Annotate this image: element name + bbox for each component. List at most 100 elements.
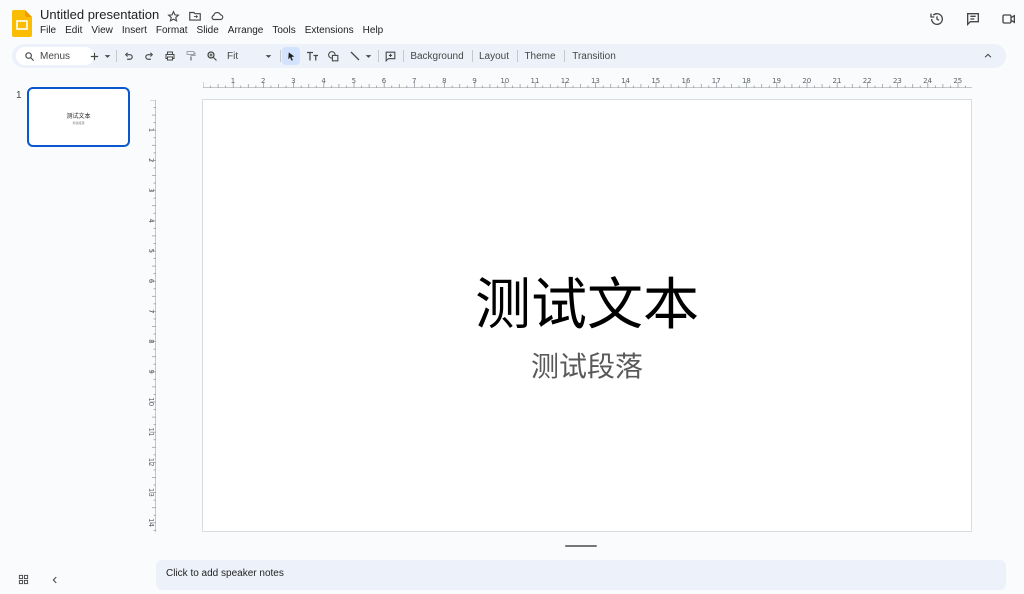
search-icon [25, 51, 35, 61]
ruler-label: 13 [591, 77, 600, 85]
new-slide-button[interactable] [86, 44, 102, 68]
ruler-label: 23 [893, 77, 902, 85]
menu-extensions[interactable]: Extensions [305, 25, 354, 36]
background-label: Background [410, 50, 464, 62]
caret-down-icon [104, 54, 110, 58]
print-icon [165, 51, 175, 61]
menu-format[interactable]: Format [156, 25, 188, 36]
ruler-label: 6 [382, 77, 387, 85]
search-menus-label: Menus [40, 50, 71, 62]
ruler-label: 16 [682, 77, 691, 85]
ruler-label: 9 [147, 369, 155, 373]
line-type-dropdown[interactable] [363, 44, 373, 68]
star-icon[interactable] [165, 8, 181, 24]
hide-menus-button[interactable] [980, 44, 996, 68]
ruler-label: 5 [352, 77, 356, 85]
undo-icon [124, 51, 133, 60]
zoom-select[interactable]: Fit [224, 44, 272, 68]
ruler-label: 24 [923, 77, 932, 85]
document-title[interactable]: Untitled presentation [40, 7, 159, 22]
plus-icon [90, 52, 98, 60]
ruler-label: 14 [621, 77, 630, 85]
chevron-left-icon [52, 576, 57, 584]
ruler-label: 11 [147, 428, 155, 437]
thumbnail-title: 测试文本 [66, 114, 91, 120]
caret-down-icon [265, 54, 272, 58]
menu-file[interactable]: File [40, 25, 56, 36]
grid-icon [18, 574, 29, 585]
notes-resize-handle[interactable] [565, 545, 597, 547]
move-folder-icon[interactable] [187, 8, 203, 24]
version-history-icon[interactable] [928, 10, 946, 28]
menu-insert[interactable]: Insert [122, 25, 147, 36]
ruler-label: 7 [412, 77, 416, 85]
insert-comment-button[interactable] [382, 44, 398, 68]
ruler-label: 25 [953, 77, 962, 85]
slide-canvas[interactable]: 测试文本 测试段落 [202, 99, 972, 532]
toolbar-divider [564, 50, 565, 62]
paint-roller-icon [186, 51, 196, 61]
toolbar-divider [472, 50, 473, 62]
collapse-filmstrip-button[interactable] [50, 572, 60, 590]
ruler-label: 7 [147, 309, 155, 313]
ruler-label: 20 [802, 77, 811, 85]
layout-button[interactable]: Layout [476, 44, 512, 68]
speaker-notes[interactable]: Click to add speaker notes [156, 560, 1006, 590]
transition-button[interactable]: Transition [568, 44, 620, 68]
menu-arrange[interactable]: Arrange [228, 25, 264, 36]
grid-view-button[interactable] [18, 572, 29, 590]
slides-logo[interactable] [12, 10, 32, 37]
shape-icon [327, 50, 338, 61]
ruler-label: 1 [147, 128, 155, 132]
ruler-label: 12 [561, 77, 570, 85]
ruler-label: 21 [833, 77, 842, 85]
thumbnail-subtitle: 测试段落 [72, 121, 85, 125]
ruler-label: 4 [321, 77, 326, 85]
toolbar: Menus Fit Background Layout Theme Transi… [12, 44, 1006, 68]
select-tool[interactable] [282, 47, 300, 65]
vertical-ruler[interactable]: 1234567891011121314 [144, 100, 156, 532]
toolbar-divider [403, 50, 404, 62]
menu-edit[interactable]: Edit [65, 25, 82, 36]
toolbar-divider [517, 50, 518, 62]
slide-title[interactable]: 测试文本 [203, 260, 971, 341]
meet-video-icon[interactable] [1000, 10, 1018, 28]
ruler-label: 8 [147, 339, 155, 343]
slide-thumbnail[interactable]: 测试文本 测试段落 [27, 87, 130, 147]
slide-subtitle[interactable]: 测试段落 [203, 345, 971, 385]
text-box-button[interactable] [304, 44, 320, 68]
theme-button[interactable]: Theme [521, 44, 559, 68]
ruler-label: 11 [531, 77, 540, 85]
layout-label: Layout [478, 50, 510, 62]
print-button[interactable] [162, 44, 178, 68]
cursor-arrow-icon [287, 51, 294, 61]
search-menus[interactable]: Menus [16, 47, 94, 65]
ruler-label: 22 [863, 77, 872, 85]
ruler-label: 3 [147, 188, 155, 192]
ruler-label: 2 [147, 158, 155, 162]
ruler-label: 18 [742, 77, 751, 85]
ruler-label: 10 [147, 397, 155, 406]
ruler-label: 10 [500, 77, 509, 85]
ruler-label: 19 [772, 77, 781, 85]
new-slide-layout-dropdown[interactable] [102, 44, 112, 68]
shape-button[interactable] [325, 44, 341, 68]
background-button[interactable]: Background [408, 44, 466, 68]
ruler-label: 12 [147, 458, 155, 467]
ruler-label: 14 [147, 518, 155, 527]
cloud-saved-icon[interactable] [209, 8, 225, 24]
redo-button[interactable] [141, 44, 157, 68]
redo-icon [144, 51, 153, 60]
comments-icon[interactable] [964, 10, 982, 28]
ruler-label: 8 [442, 77, 446, 85]
zoom-button[interactable] [204, 44, 220, 68]
line-button[interactable] [347, 44, 363, 68]
paint-format-button[interactable] [183, 44, 199, 68]
undo-button[interactable] [120, 44, 136, 68]
menu-slide[interactable]: Slide [197, 25, 219, 36]
menu-help[interactable]: Help [363, 25, 384, 36]
horizontal-ruler[interactable]: 1 2 3 4 5 6 7 8 9 10 11 12 13 14 15 16 17 18 19 20 21 22 23 24 2… [203, 76, 972, 88]
menu-view[interactable]: View [91, 25, 113, 36]
menu-tools[interactable]: Tools [272, 25, 295, 36]
speaker-notes-placeholder: Click to add speaker notes [166, 568, 284, 579]
